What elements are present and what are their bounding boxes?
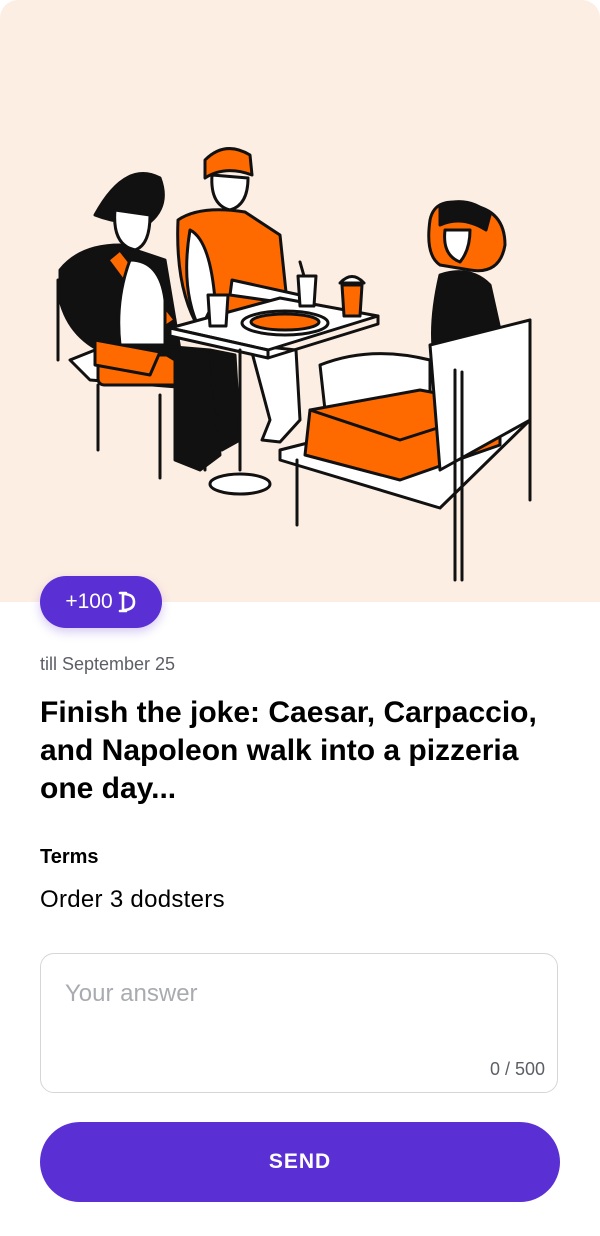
dodo-coin-icon — [117, 590, 137, 614]
reward-points: +100 — [65, 590, 113, 613]
pizzeria-illustration — [56, 147, 532, 582]
character-counter: 0 / 500 — [489, 1059, 545, 1079]
reward-badge: +100 — [40, 576, 162, 628]
task-title: Finish the joke: Caesar, Carpaccio, and … — [40, 696, 537, 805]
send-button[interactable]: SEND — [40, 1122, 560, 1202]
answer-input[interactable] — [65, 980, 525, 1040]
terms-label: Terms — [40, 846, 99, 868]
deadline-text: till September 25 — [40, 654, 176, 674]
terms-value: Order 3 dodsters — [40, 886, 225, 913]
answer-field[interactable]: 0 / 500 — [40, 953, 558, 1093]
hero-illustration — [0, 0, 600, 602]
